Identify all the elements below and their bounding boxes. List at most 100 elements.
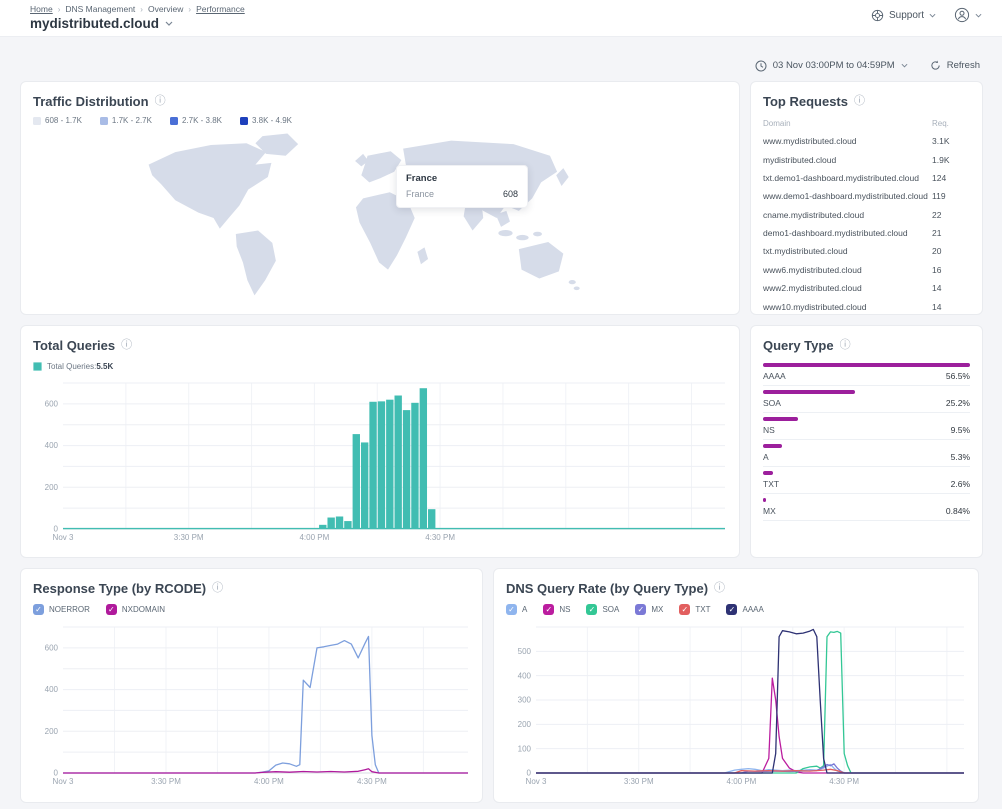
row-domain: www10.mydistributed.cloud bbox=[763, 302, 932, 312]
traffic-legend-item[interactable]: 2.7K - 3.8K bbox=[170, 116, 222, 125]
checkbox-checked-icon: ✓ bbox=[506, 604, 517, 615]
query-type-label: AAAA bbox=[763, 371, 786, 381]
rcode-legend-item[interactable]: ✓NOERROR bbox=[33, 604, 90, 615]
legend-label: 1.7K - 2.7K bbox=[112, 116, 152, 125]
support-button[interactable]: Support bbox=[871, 9, 936, 22]
chevron-down-icon bbox=[165, 21, 173, 26]
traffic-legend-item[interactable]: 608 - 1.7K bbox=[33, 116, 82, 125]
table-row: mydistributed.cloud1.9K bbox=[763, 150, 970, 168]
table-row: demo1-dashboard.mydistributed.cloud21 bbox=[763, 224, 970, 242]
legend-swatch bbox=[240, 117, 248, 125]
table-row: www.demo1-dashboard.mydistributed.cloud1… bbox=[763, 187, 970, 205]
traffic-legend: 608 - 1.7K 1.7K - 2.7K 2.7K - 3.8K 3.8K - 4… bbox=[33, 116, 727, 125]
table-row: cname.mydistributed.cloud22 bbox=[763, 206, 970, 224]
svg-text:100: 100 bbox=[518, 744, 532, 753]
top-header: Home›DNS Management›Overview›Performance… bbox=[0, 0, 1002, 37]
domain-selector[interactable]: mydistributed.cloud bbox=[30, 16, 245, 31]
card-title: Query Type bbox=[763, 338, 834, 353]
query-rate-legend-item[interactable]: ✓NS bbox=[543, 604, 570, 615]
legend-label: NXDOMAIN bbox=[122, 605, 165, 614]
rcode-legend-item[interactable]: ✓NXDOMAIN bbox=[106, 604, 165, 615]
query-type-percent: 9.5% bbox=[951, 425, 970, 435]
world-map[interactable] bbox=[80, 129, 680, 307]
table-row: www6.mydistributed.cloud16 bbox=[763, 261, 970, 279]
row-req-count: 20 bbox=[932, 246, 970, 256]
checkbox-checked-icon: ✓ bbox=[726, 604, 737, 615]
checkbox-checked-icon: ✓ bbox=[679, 604, 690, 615]
info-icon[interactable]: ⓘ bbox=[155, 96, 166, 107]
top-requests-table: Domain Req. www.mydistributed.cloud3.1Km… bbox=[763, 117, 970, 316]
info-icon[interactable]: ⓘ bbox=[854, 96, 865, 107]
dns-query-rate-card: DNS Query Rate (by Query Type) ⓘ ✓A✓NS✓S… bbox=[493, 568, 979, 803]
breadcrumb-item[interactable]: Performance bbox=[196, 4, 245, 14]
query-type-bar bbox=[763, 498, 766, 502]
query-type-bar bbox=[763, 471, 773, 475]
query-rate-legend-item[interactable]: ✓A bbox=[506, 604, 527, 615]
clock-icon bbox=[755, 60, 767, 72]
table-row: www.mydistributed.cloud3.1K bbox=[763, 132, 970, 150]
card-title: Traffic Distribution bbox=[33, 94, 149, 109]
legend-label: NOERROR bbox=[49, 605, 90, 614]
traffic-legend-item[interactable]: 1.7K - 2.7K bbox=[100, 116, 152, 125]
query-type-label: NS bbox=[763, 425, 775, 435]
row-domain: mydistributed.cloud bbox=[763, 155, 932, 165]
refresh-button[interactable]: Refresh bbox=[930, 60, 980, 71]
table-header: Domain Req. bbox=[763, 117, 970, 132]
legend-label: AAAA bbox=[742, 605, 763, 614]
map-tooltip: France France 608 bbox=[396, 165, 528, 208]
total-queries-legend[interactable]: Total Queries:5.5K bbox=[33, 362, 727, 371]
svg-text:3:30 PM: 3:30 PM bbox=[174, 533, 204, 542]
row-req-count: 14 bbox=[932, 283, 970, 293]
row-domain: cname.mydistributed.cloud bbox=[763, 210, 932, 220]
legend-swatch bbox=[33, 117, 41, 125]
row-req-count: 16 bbox=[932, 265, 970, 275]
legend-label: MX bbox=[651, 605, 663, 614]
svg-text:Nov 3: Nov 3 bbox=[526, 777, 547, 786]
breadcrumb-item[interactable]: Home bbox=[30, 4, 53, 14]
query-type-list: AAAA56.5%SOA25.2%NS9.5%A5.3%TXT2.6%MX0.8… bbox=[763, 359, 970, 521]
tooltip-label: France bbox=[406, 189, 434, 199]
total-queries-card: Total Queries ⓘ Total Queries:5.5K 02004… bbox=[20, 325, 740, 558]
query-rate-legend-item[interactable]: ✓ AAAA bbox=[726, 604, 763, 615]
refresh-label: Refresh bbox=[947, 60, 980, 71]
info-icon[interactable]: ⓘ bbox=[840, 340, 851, 351]
tooltip-country: France bbox=[406, 173, 518, 184]
query-rate-legend-item[interactable]: ✓ MX bbox=[635, 604, 663, 615]
svg-text:Nov 3: Nov 3 bbox=[53, 533, 74, 542]
legend-label: SOA bbox=[602, 605, 619, 614]
svg-text:4:30 PM: 4:30 PM bbox=[425, 533, 455, 542]
row-req-count: 14 bbox=[932, 302, 970, 312]
info-icon[interactable]: ⓘ bbox=[121, 340, 132, 351]
svg-text:200: 200 bbox=[518, 720, 532, 729]
query-type-bar bbox=[763, 390, 855, 394]
top-requests-card: Top Requests ⓘ Domain Req. www.mydistrib… bbox=[750, 81, 983, 315]
account-menu[interactable] bbox=[954, 7, 982, 23]
query-type-row: SOA25.2% bbox=[763, 386, 970, 413]
traffic-legend-item[interactable]: 3.8K - 4.9K bbox=[240, 116, 292, 125]
query-rate-legend: ✓A✓NS✓SOA✓MX✓TXT✓AAAA bbox=[506, 604, 966, 615]
query-rate-legend-item[interactable]: ✓SOA bbox=[586, 604, 619, 615]
query-type-percent: 2.6% bbox=[951, 479, 970, 489]
card-title: DNS Query Rate (by Query Type) bbox=[506, 581, 708, 596]
breadcrumb-item[interactable]: Overview bbox=[148, 4, 183, 14]
checkbox-checked-icon: ✓ bbox=[635, 604, 646, 615]
svg-text:3:30 PM: 3:30 PM bbox=[151, 777, 181, 786]
info-icon[interactable]: ⓘ bbox=[212, 583, 223, 594]
svg-text:400: 400 bbox=[518, 671, 532, 680]
date-range-picker[interactable]: 03 Nov 03:00PM to 04:59PM bbox=[755, 60, 908, 72]
svg-text:400: 400 bbox=[45, 441, 59, 450]
breadcrumb-separator: › bbox=[140, 5, 143, 14]
chevron-down-icon bbox=[929, 13, 936, 18]
query-type-row: MX0.84% bbox=[763, 494, 970, 521]
breadcrumb-item[interactable]: DNS Management bbox=[65, 4, 135, 14]
query-rate-legend-item[interactable]: ✓TXT bbox=[679, 604, 710, 615]
query-type-row: NS 9.5% bbox=[763, 413, 970, 440]
row-req-count: 1.9K bbox=[932, 155, 970, 165]
info-icon[interactable]: ⓘ bbox=[714, 583, 725, 594]
query-type-label: MX bbox=[763, 506, 776, 516]
row-domain: txt.demo1-dashboard.mydistributed.cloud bbox=[763, 173, 932, 183]
svg-text:600: 600 bbox=[45, 399, 59, 408]
query-type-percent: 25.2% bbox=[946, 398, 970, 408]
query-type-row: TXT2.6% bbox=[763, 467, 970, 494]
legend-label: Total Queries:5.5K bbox=[47, 362, 113, 371]
